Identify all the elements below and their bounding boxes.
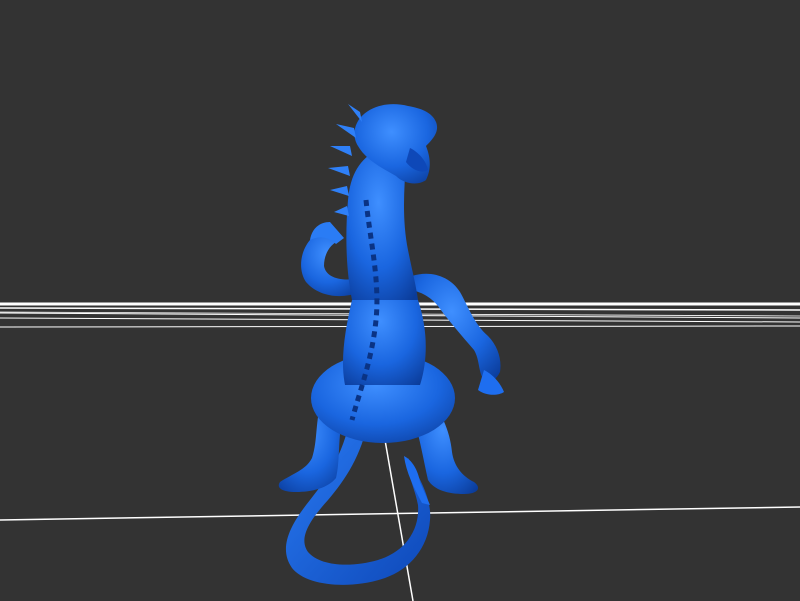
scene-canvas[interactable] [0,0,800,601]
grid-line-near [0,506,800,521]
3d-viewport[interactable] [0,0,800,601]
dragon-torso [342,286,426,385]
